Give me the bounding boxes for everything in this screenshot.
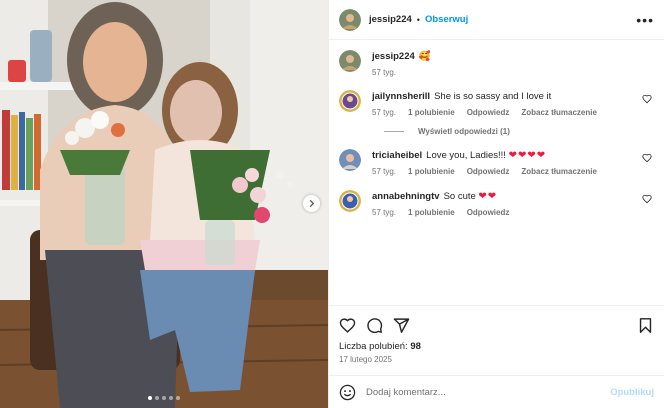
commenter-avatar[interactable]: [339, 190, 361, 212]
reply-button[interactable]: Odpowiedz: [467, 208, 510, 217]
carousel-dot[interactable]: [162, 396, 166, 400]
author-username[interactable]: jessip224: [369, 14, 412, 25]
carousel-dot[interactable]: [155, 396, 159, 400]
comment-hearts: ❤❤❤❤: [508, 150, 547, 161]
comment-icon[interactable]: [366, 317, 383, 334]
comment-username[interactable]: annabehningtv: [372, 191, 440, 202]
post-details-panel: jessip224 • Obserwuj ••• jessip224 🥰 57 t…: [328, 0, 664, 408]
comment-username[interactable]: triciaheibel: [372, 150, 422, 161]
next-photo-button[interactable]: [303, 195, 320, 212]
caption: jessip224 🥰 57 tyg.: [339, 50, 654, 77]
comments-list: jessip224 🥰 57 tyg. jailynnsherill She is …: [329, 40, 664, 305]
photo-illustration: [0, 0, 328, 408]
post-actions: Liczba polubień: 98 17 lutego 2025: [329, 305, 664, 375]
author-avatar[interactable]: [339, 8, 361, 31]
carousel-dots: [0, 396, 328, 400]
caption-avatar[interactable]: [339, 50, 361, 72]
comment-item: triciaheibel Love you, Ladies!!! ❤❤❤❤ 57 …: [339, 149, 654, 176]
caption-text: 🥰: [418, 51, 431, 62]
comment-text: So cute: [443, 191, 476, 202]
post-comment-button[interactable]: Opublikuj: [610, 387, 654, 398]
post-date: 17 lutego 2025: [339, 355, 392, 364]
commenter-avatar[interactable]: [339, 90, 361, 112]
comment-time: 57 tyg.: [372, 208, 397, 217]
comment-username[interactable]: jailynnsherill: [372, 91, 430, 102]
comment-time: 57 tyg.: [372, 167, 397, 176]
likes-count[interactable]: Liczba polubień: 98: [339, 341, 654, 352]
translate-button[interactable]: Zobacz tłumaczenie: [521, 167, 597, 176]
comment-time: 57 tyg.: [372, 108, 397, 117]
chevron-right-icon: [309, 199, 315, 208]
header-separator: •: [416, 14, 420, 25]
comment-likes[interactable]: 1 polubienie: [408, 208, 455, 217]
comment-likes[interactable]: 1 polubienie: [408, 108, 455, 117]
view-replies-label: Wyświetl odpowiedzi (1): [418, 127, 510, 136]
comment-likes[interactable]: 1 polubienie: [408, 167, 455, 176]
heart-icon[interactable]: [642, 153, 652, 163]
comment-text: She is so sassy and I love it: [434, 91, 552, 102]
carousel-dot[interactable]: [176, 396, 180, 400]
caption-username[interactable]: jessip224: [372, 51, 415, 62]
reply-button[interactable]: Odpowiedz: [467, 108, 510, 117]
post-header: jessip224 • Obserwuj •••: [329, 0, 664, 40]
more-icon[interactable]: •••: [636, 13, 654, 27]
emoji-icon[interactable]: [339, 384, 356, 401]
likes-label: Liczba polubień:: [339, 341, 408, 352]
heart-icon[interactable]: [642, 94, 652, 104]
share-icon[interactable]: [393, 317, 410, 334]
comment-item: jailynnsherill She is so sassy and I love…: [339, 90, 654, 117]
reply-button[interactable]: Odpowiedz: [467, 167, 510, 176]
caption-time: 57 tyg.: [372, 68, 397, 77]
post-modal: jessip224 • Obserwuj ••• jessip224 🥰 57 t…: [0, 0, 664, 408]
comment-hearts: ❤❤: [478, 191, 498, 202]
heart-icon[interactable]: [642, 194, 652, 204]
follow-button[interactable]: Obserwuj: [425, 14, 468, 25]
carousel-dot[interactable]: [148, 396, 152, 400]
bookmark-icon[interactable]: [637, 317, 654, 334]
comment-composer: Opublikuj: [329, 375, 664, 408]
replies-divider: [384, 131, 404, 132]
comment-input[interactable]: [366, 386, 611, 398]
view-replies-button[interactable]: Wyświetl odpowiedzi (1): [384, 127, 654, 136]
carousel-dot[interactable]: [169, 396, 173, 400]
comment-item: annabehningtv So cute ❤❤ 57 tyg. 1 polubi…: [339, 190, 654, 217]
post-photo[interactable]: [0, 0, 328, 408]
heart-icon[interactable]: [339, 317, 356, 334]
translate-button[interactable]: Zobacz tłumaczenie: [521, 108, 597, 117]
comment-text: Love you, Ladies!!!: [426, 150, 506, 161]
likes-value: 98: [410, 341, 421, 352]
commenter-avatar[interactable]: [339, 149, 361, 171]
